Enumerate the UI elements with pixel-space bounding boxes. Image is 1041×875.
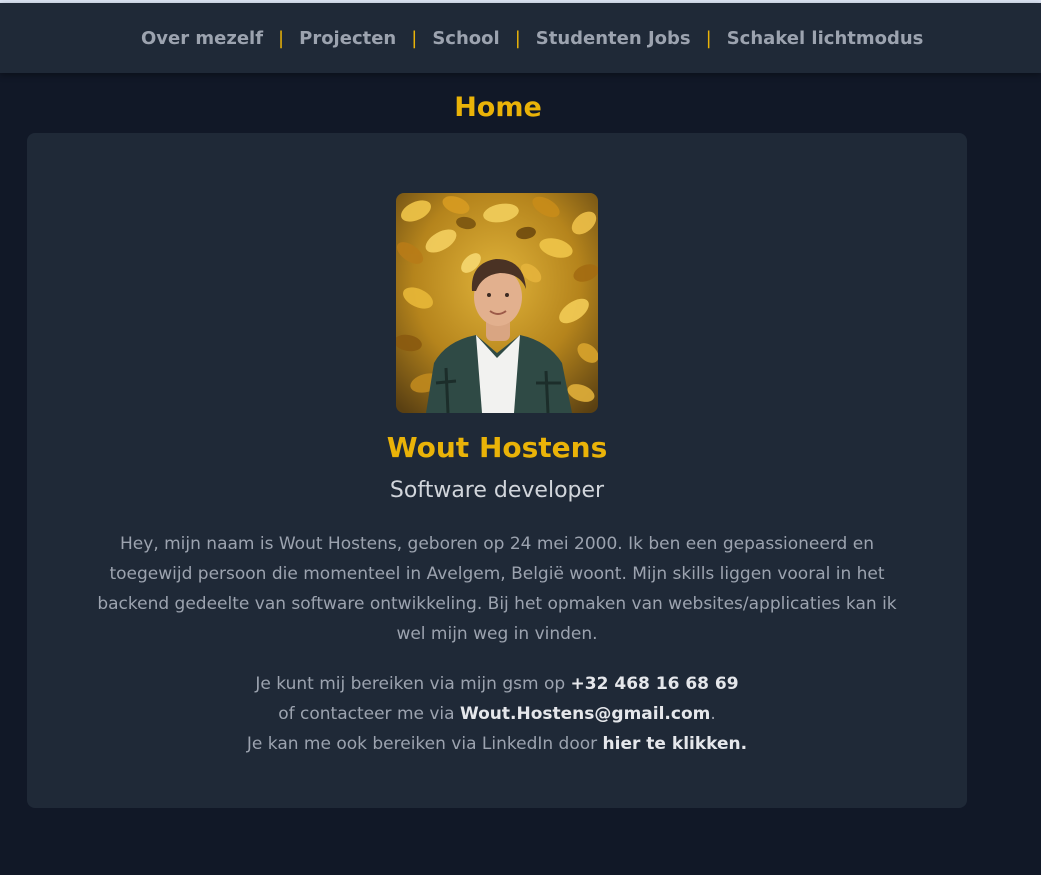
theme-toggle-link[interactable]: Schakel lichtmodus bbox=[727, 28, 924, 49]
nav-item-projecten[interactable]: Projecten bbox=[299, 28, 396, 49]
linkedin-link[interactable]: hier te klikken. bbox=[603, 734, 748, 754]
nav-item-school[interactable]: School bbox=[432, 28, 499, 49]
linkedin-prefix: Je kan me ook bereiken via LinkedIn door bbox=[246, 734, 603, 754]
profile-name: Wout Hostens bbox=[386, 431, 608, 464]
navbar: Over mezelf | Projecten | School | Stude… bbox=[0, 3, 1041, 73]
nav-separator: | bbox=[411, 27, 418, 49]
profile-bio: Hey, mijn naam is Wout Hostens, geboren … bbox=[97, 534, 897, 644]
phone-line: Je kunt mij bereiken via mijn gsm op +32… bbox=[27, 669, 967, 699]
nav-item-studenten-jobs[interactable]: Studenten Jobs bbox=[536, 28, 691, 49]
email-prefix: of contacteer me via bbox=[278, 704, 460, 724]
nav-separator: | bbox=[278, 27, 285, 49]
profile-card: Wout Hostens Software developer Hey, mij… bbox=[27, 133, 967, 808]
profile-role: Software developer bbox=[389, 478, 605, 503]
phone-number: +32 468 16 68 69 bbox=[570, 674, 739, 694]
phone-prefix: Je kunt mij bereiken via mijn gsm op bbox=[255, 674, 571, 694]
email-suffix: . bbox=[710, 704, 716, 724]
nav-separator: | bbox=[705, 27, 712, 49]
page-title: Home bbox=[454, 92, 542, 123]
linkedin-line: Je kan me ook bereiken via LinkedIn door… bbox=[27, 729, 967, 759]
email-line: of contacteer me via Wout.Hostens@gmail.… bbox=[27, 699, 967, 729]
nav-links: Over mezelf | Projecten | School | Stude… bbox=[141, 3, 923, 73]
nav-separator: | bbox=[514, 27, 521, 49]
profile-photo bbox=[396, 193, 598, 413]
nav-item-over-mezelf[interactable]: Over mezelf bbox=[141, 28, 263, 49]
contact-info: Je kunt mij bereiken via mijn gsm op +32… bbox=[27, 669, 967, 759]
email-link[interactable]: Wout.Hostens@gmail.com bbox=[460, 704, 710, 724]
